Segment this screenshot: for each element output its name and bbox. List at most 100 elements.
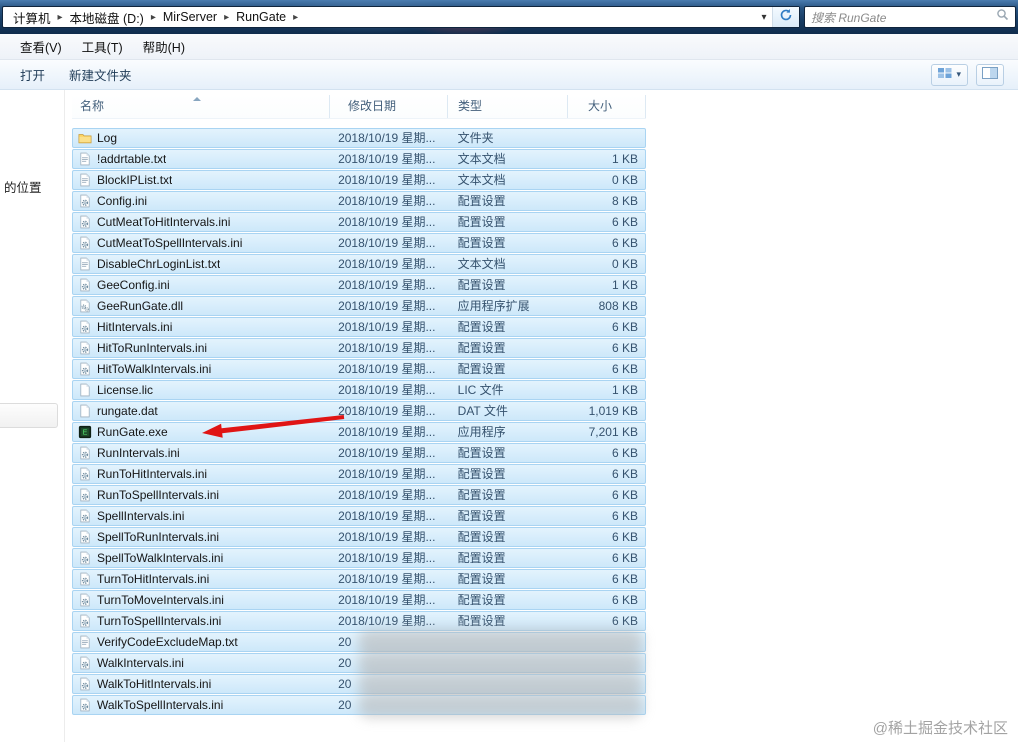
column-header-date[interactable]: 修改日期 bbox=[330, 95, 448, 118]
file-row[interactable]: BlockIPList.txt 2018/10/19 星期... 文本文档 0 KB bbox=[72, 170, 646, 190]
column-header-row: 名称 修改日期 类型 大小 bbox=[72, 95, 646, 119]
file-name: SpellToRunIntervals.ini bbox=[97, 530, 220, 544]
file-row[interactable]: RunIntervals.ini 2018/10/19 星期... 配置设置 6 KB bbox=[72, 443, 646, 463]
column-header-name[interactable]: 名称 bbox=[72, 95, 330, 118]
file-type-cell: 文本文档 bbox=[457, 257, 506, 271]
main-content: 的位置 名称 修改日期 类型 大小 Log 2018/10/19 星期... 文件夹… bbox=[0, 90, 1018, 742]
file-name-cell: GeeConfig.ini bbox=[73, 276, 330, 294]
breadcrumb-item[interactable]: RunGate bbox=[230, 10, 292, 24]
breadcrumb-item[interactable]: 计算机 bbox=[7, 8, 57, 27]
file-date-cell: 20 bbox=[338, 698, 352, 712]
file-row[interactable]: TurnToHitIntervals.ini 2018/10/19 星期... 配置… bbox=[72, 569, 646, 589]
search-input[interactable]: 搜索 RunGate bbox=[804, 6, 1016, 28]
file-name-cell: WalkToHitIntervals.ini bbox=[73, 675, 330, 693]
menu-item[interactable]: 工具(T) bbox=[72, 34, 133, 59]
file-row[interactable]: GeeConfig.ini 2018/10/19 星期... 配置设置 1 KB bbox=[72, 275, 646, 295]
ini-icon bbox=[78, 320, 92, 334]
ini-icon bbox=[78, 236, 92, 250]
file-name: TurnToHitIntervals.ini bbox=[97, 572, 210, 586]
search-placeholder: 搜索 RunGate bbox=[811, 10, 887, 25]
refresh-button[interactable] bbox=[772, 7, 799, 27]
breadcrumb-separator-icon[interactable]: ▸ bbox=[150, 12, 157, 23]
file-date-cell: 2018/10/19 星期... bbox=[338, 509, 436, 523]
file-size-cell: 6 KB bbox=[611, 446, 638, 460]
change-view-button[interactable]: ▾ bbox=[931, 63, 968, 86]
file-size-cell: 6 KB bbox=[611, 593, 638, 607]
file-name-cell: !addrtable.txt bbox=[73, 150, 330, 168]
menu-item[interactable]: 查看(V) bbox=[10, 34, 72, 59]
file-row[interactable]: HitToRunIntervals.ini 2018/10/19 星期... 配置设… bbox=[72, 338, 646, 358]
file-date-cell: 2018/10/19 星期... bbox=[338, 488, 436, 502]
ini-icon bbox=[78, 509, 92, 523]
file-size-cell: 6 KB bbox=[611, 551, 638, 565]
file-date-cell: 2018/10/19 星期... bbox=[338, 551, 436, 565]
sidebar-item-highlight[interactable] bbox=[0, 403, 58, 428]
column-header-type[interactable]: 类型 bbox=[448, 95, 568, 118]
file-row[interactable]: SpellToRunIntervals.ini 2018/10/19 星期... 配… bbox=[72, 527, 646, 547]
file-row[interactable]: HitToWalkIntervals.ini 2018/10/19 星期... 配置… bbox=[72, 359, 646, 379]
file-date-cell: 2018/10/19 星期... bbox=[338, 299, 436, 313]
file-type-cell: 配置设置 bbox=[457, 236, 506, 250]
file-row[interactable]: TurnToSpellIntervals.ini 2018/10/19 星期...… bbox=[72, 611, 646, 631]
file-name-cell: RunToSpellIntervals.ini bbox=[73, 486, 330, 504]
file-row[interactable]: Log 2018/10/19 星期... 文件夹 bbox=[72, 128, 646, 148]
breadcrumb-items: 计算机 ▸ 本地磁盘 (D:) ▸ MirServer ▸ RunGate ▸ bbox=[3, 8, 756, 27]
folder-icon bbox=[78, 131, 92, 145]
grid-view-icon bbox=[938, 66, 952, 84]
file-name: RunIntervals.ini bbox=[97, 446, 180, 460]
file-type-cell: 文件夹 bbox=[457, 131, 494, 145]
breadcrumb[interactable]: 计算机 ▸ 本地磁盘 (D:) ▸ MirServer ▸ RunGate ▸ ▾ bbox=[2, 6, 800, 28]
file-row[interactable]: !addrtable.txt 2018/10/19 星期... 文本文档 1 KB bbox=[72, 149, 646, 169]
breadcrumb-dropdown-icon[interactable]: ▾ bbox=[756, 12, 772, 23]
file-type-cell: 文本文档 bbox=[457, 152, 506, 166]
file-row[interactable]: RunToHitIntervals.ini 2018/10/19 星期... 配置设… bbox=[72, 464, 646, 484]
file-size-cell: 6 KB bbox=[611, 236, 638, 250]
breadcrumb-separator-icon[interactable]: ▸ bbox=[223, 12, 230, 23]
file-row[interactable]: VerifyCodeExcludeMap.txt 20 bbox=[72, 629, 646, 655]
file-type-cell bbox=[448, 633, 568, 651]
menu-item[interactable]: 帮助(H) bbox=[133, 34, 195, 59]
file-size-cell: 6 KB bbox=[611, 320, 638, 334]
column-header-size[interactable]: 大小 bbox=[568, 95, 646, 118]
file-date-cell: 2018/10/19 星期... bbox=[338, 383, 436, 397]
file-name: SpellToWalkIntervals.ini bbox=[97, 551, 224, 565]
file-row[interactable]: E RunGate.exe 2018/10/19 星期... 应用程序 7,201 KB bbox=[72, 422, 646, 442]
file-row[interactable]: HitIntervals.ini 2018/10/19 星期... 配置设置 6 KB bbox=[72, 317, 646, 337]
file-date-cell: 2018/10/19 星期... bbox=[338, 404, 436, 418]
file-name-cell: TurnToHitIntervals.ini bbox=[73, 570, 330, 588]
file-type-cell: 配置设置 bbox=[457, 341, 506, 355]
breadcrumb-separator-icon[interactable]: ▸ bbox=[292, 12, 299, 23]
file-name: License.lic bbox=[97, 383, 154, 397]
file-row[interactable]: RunToSpellIntervals.ini 2018/10/19 星期... 配… bbox=[72, 485, 646, 505]
toolbar-button[interactable]: 打开 bbox=[8, 61, 57, 88]
toolbar-button[interactable]: 新建文件夹 bbox=[57, 61, 144, 88]
file-row[interactable]: CutMeatToSpellIntervals.ini 2018/10/19 星期… bbox=[72, 233, 646, 253]
preview-pane-button[interactable] bbox=[976, 63, 1004, 86]
file-name-cell: HitToRunIntervals.ini bbox=[73, 339, 330, 357]
file-name-cell: RunIntervals.ini bbox=[73, 444, 330, 462]
file-name-cell: VerifyCodeExcludeMap.txt bbox=[73, 633, 330, 651]
file-date-cell: 2018/10/19 星期... bbox=[338, 320, 436, 334]
file-date-cell: 2018/10/19 星期... bbox=[338, 341, 436, 355]
file-name: CutMeatToHitIntervals.ini bbox=[97, 215, 231, 229]
file-row[interactable]: License.lic 2018/10/19 星期... LIC 文件 1 KB bbox=[72, 380, 646, 400]
file-row[interactable]: DisableChrLoginList.txt 2018/10/19 星期... 文… bbox=[72, 254, 646, 274]
file-date-cell: 2018/10/19 星期... bbox=[338, 173, 436, 187]
breadcrumb-separator-icon[interactable]: ▸ bbox=[57, 12, 64, 23]
file-row[interactable]: WalkIntervals.ini 20 bbox=[72, 650, 646, 676]
breadcrumb-item[interactable]: MirServer bbox=[157, 10, 223, 24]
file-row[interactable]: CutMeatToHitIntervals.ini 2018/10/19 星期..… bbox=[72, 212, 646, 232]
file-row[interactable]: TurnToMoveIntervals.ini 2018/10/19 星期... 配… bbox=[72, 590, 646, 610]
file-row[interactable]: rungate.dat 2018/10/19 星期... DAT 文件 1,019 K… bbox=[72, 401, 646, 421]
file-row[interactable]: WalkToSpellIntervals.ini 20 bbox=[72, 692, 646, 718]
file-row[interactable]: Config.ini 2018/10/19 星期... 配置设置 8 KB bbox=[72, 191, 646, 211]
file-list: 名称 修改日期 类型 大小 Log 2018/10/19 星期... 文件夹 !add… bbox=[72, 95, 646, 718]
sidebar-item-recent-places[interactable]: 的位置 bbox=[4, 177, 42, 196]
file-row[interactable]: SpellToWalkIntervals.ini 2018/10/19 星期...… bbox=[72, 548, 646, 568]
file-size-cell: 6 KB bbox=[611, 488, 638, 502]
file-row[interactable]: GeeRunGate.dll 2018/10/19 星期... 应用程序扩展 808 … bbox=[72, 296, 646, 316]
watermark: @稀土掘金技术社区 bbox=[872, 720, 1008, 737]
breadcrumb-item[interactable]: 本地磁盘 (D:) bbox=[64, 8, 150, 27]
file-row[interactable]: WalkToHitIntervals.ini 20 bbox=[72, 671, 646, 697]
file-row[interactable]: SpellIntervals.ini 2018/10/19 星期... 配置设置 6 … bbox=[72, 506, 646, 526]
